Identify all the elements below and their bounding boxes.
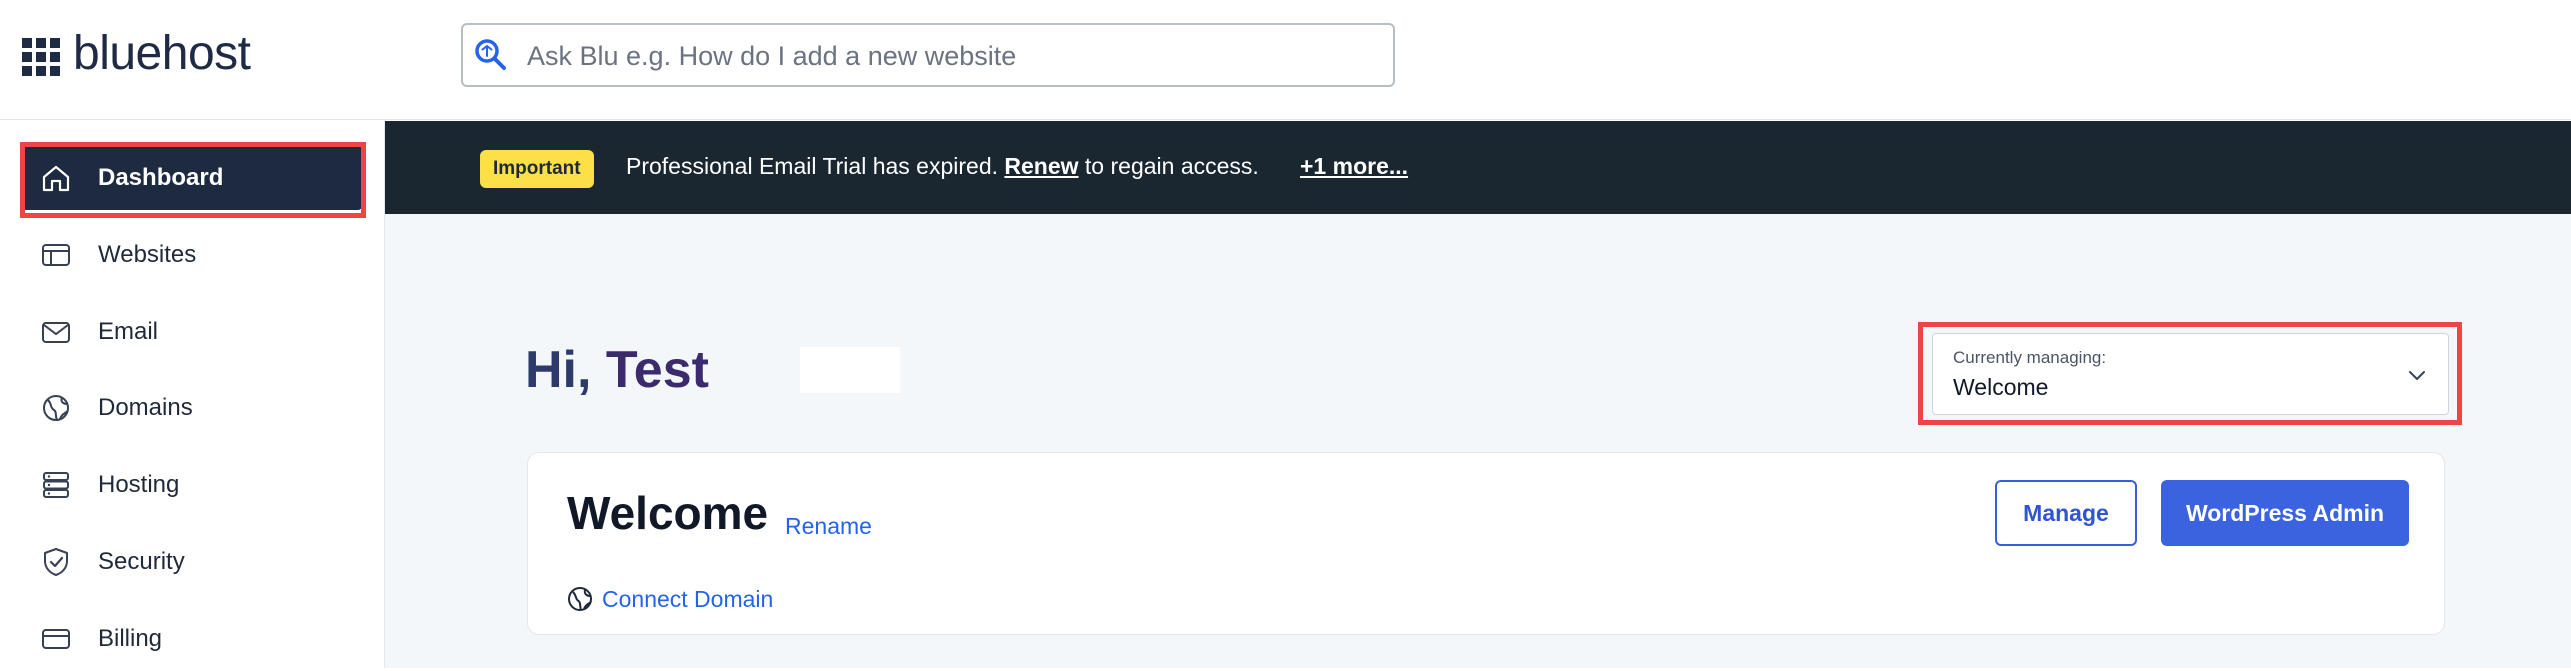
important-badge: Important (480, 150, 594, 188)
managing-value: Welcome (1953, 374, 2049, 400)
search-box[interactable] (461, 23, 1395, 87)
search-icon (475, 39, 506, 70)
connect-domain-link[interactable]: Connect Domain (602, 586, 773, 613)
greeting-hi: Hi, (525, 341, 592, 399)
sidebar: Dashboard Websites Email Domains Hosting (0, 120, 385, 668)
banner-message-end: to regain access. (1084, 153, 1259, 179)
bluehost-logo[interactable]: bluehost (73, 26, 251, 81)
site-title: Welcome (567, 487, 769, 539)
sidebar-item-label: Hosting (98, 471, 180, 498)
currently-managing-dropdown[interactable]: Currently managing: Welcome (1932, 333, 2449, 415)
notification-banner: Important Professional Email Trial has e… (385, 121, 2571, 214)
sidebar-item-domains[interactable]: Domains (22, 376, 362, 440)
home-icon (42, 165, 70, 192)
mail-icon (42, 322, 70, 343)
server-icon (43, 472, 69, 498)
globe-icon (568, 587, 592, 611)
sidebar-item-label: Websites (98, 241, 197, 268)
sidebar-item-security[interactable]: Security (22, 530, 362, 594)
sidebar-item-email[interactable]: Email (22, 300, 362, 364)
sidebar-item-websites[interactable]: Websites (22, 223, 362, 287)
sidebar-item-dashboard[interactable]: Dashboard (22, 146, 362, 210)
sidebar-item-billing[interactable]: Billing (22, 607, 362, 671)
wordpress-admin-button[interactable]: WordPress Admin (2161, 480, 2409, 546)
redaction-block (800, 347, 900, 393)
search-input[interactable] (525, 25, 1379, 87)
banner-message: Professional Email Trial has expired. Re… (626, 153, 1259, 180)
shield-check-icon (44, 548, 68, 576)
site-card: Welcome Rename Connect Domain Manage Wor… (527, 452, 2445, 635)
managing-label: Currently managing: (1953, 348, 2107, 367)
manage-button[interactable]: Manage (1995, 480, 2137, 546)
chevron-down-icon (2409, 371, 2425, 380)
more-notifications-link[interactable]: +1 more... (1300, 153, 1408, 180)
main-content: Important Professional Email Trial has e… (385, 121, 2571, 668)
sidebar-item-label: Domains (98, 394, 193, 421)
app-grid-icon[interactable] (22, 38, 60, 76)
sidebar-item-label: Billing (98, 625, 163, 652)
rename-link[interactable]: Rename (785, 513, 872, 540)
greeting-name: Test (605, 341, 709, 399)
sidebar-item-label: Dashboard (98, 164, 224, 191)
browser-window-icon (42, 244, 70, 266)
greeting-heading: Hi, Test (525, 340, 709, 400)
sidebar-item-hosting[interactable]: Hosting (22, 453, 362, 517)
sidebar-item-label: Security (98, 548, 185, 575)
sidebar-item-label: Email (98, 318, 159, 345)
banner-message-start: Professional Email Trial has expired. (626, 153, 998, 179)
credit-card-icon (42, 629, 70, 649)
globe-icon (43, 395, 69, 421)
renew-link[interactable]: Renew (1004, 153, 1078, 179)
top-header: bluehost (0, 0, 2571, 120)
